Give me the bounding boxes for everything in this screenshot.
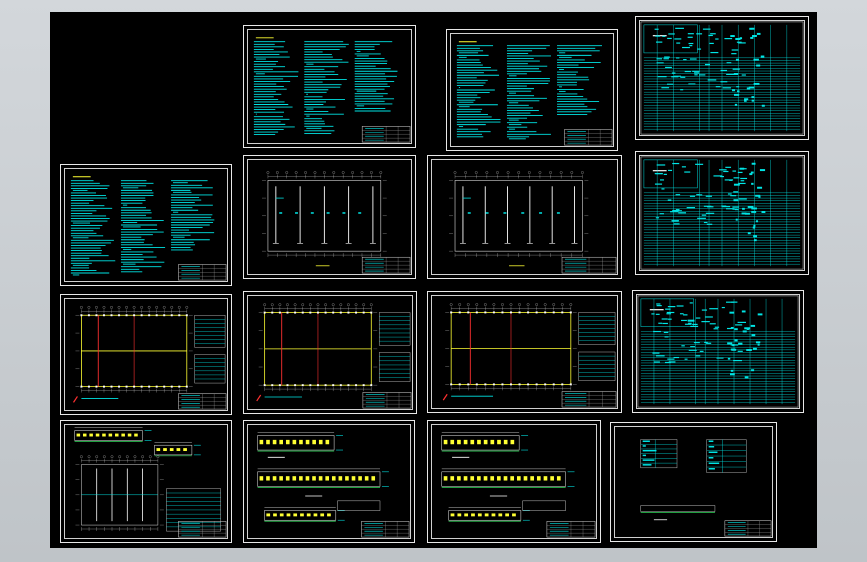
drawing-canvas[interactable] xyxy=(50,12,817,548)
plan-drawing xyxy=(72,306,227,410)
sheet-elevation-2[interactable] xyxy=(243,420,415,543)
schedule-drawing xyxy=(640,21,804,135)
sheet-notes-3[interactable] xyxy=(60,164,232,286)
notes-drawing xyxy=(456,41,613,146)
elevation-drawing xyxy=(640,439,772,537)
sheet-plan-3[interactable] xyxy=(60,294,232,415)
sheet-schedule-3[interactable] xyxy=(632,290,804,413)
sheet-plan-1[interactable] xyxy=(243,155,416,279)
sheet-notes-2[interactable] xyxy=(446,29,618,151)
elevation-drawing xyxy=(74,427,227,538)
sheet-notes-1[interactable] xyxy=(243,25,416,148)
plan-drawing xyxy=(449,171,617,274)
sheet-schedule-2[interactable] xyxy=(635,151,809,275)
schedule-drawing xyxy=(637,295,799,408)
notes-drawing xyxy=(70,176,227,281)
sheet-plan-2[interactable] xyxy=(427,155,622,279)
cad-viewer-window xyxy=(0,0,867,562)
sheet-plan-5[interactable] xyxy=(427,291,622,413)
sheet-elevation-1[interactable] xyxy=(60,420,232,543)
plan-drawing xyxy=(262,171,411,274)
sheet-plan-4[interactable] xyxy=(243,291,417,414)
notes-drawing xyxy=(253,37,411,143)
sheet-schedule-1[interactable] xyxy=(635,16,809,140)
plan-drawing xyxy=(256,303,412,409)
elevation-drawing xyxy=(441,432,596,538)
sheet-elevation-4[interactable] xyxy=(610,422,777,542)
sheet-elevation-3[interactable] xyxy=(427,420,601,543)
elevation-drawing xyxy=(257,432,410,538)
schedule-drawing xyxy=(640,156,804,270)
plan-drawing xyxy=(442,303,617,408)
